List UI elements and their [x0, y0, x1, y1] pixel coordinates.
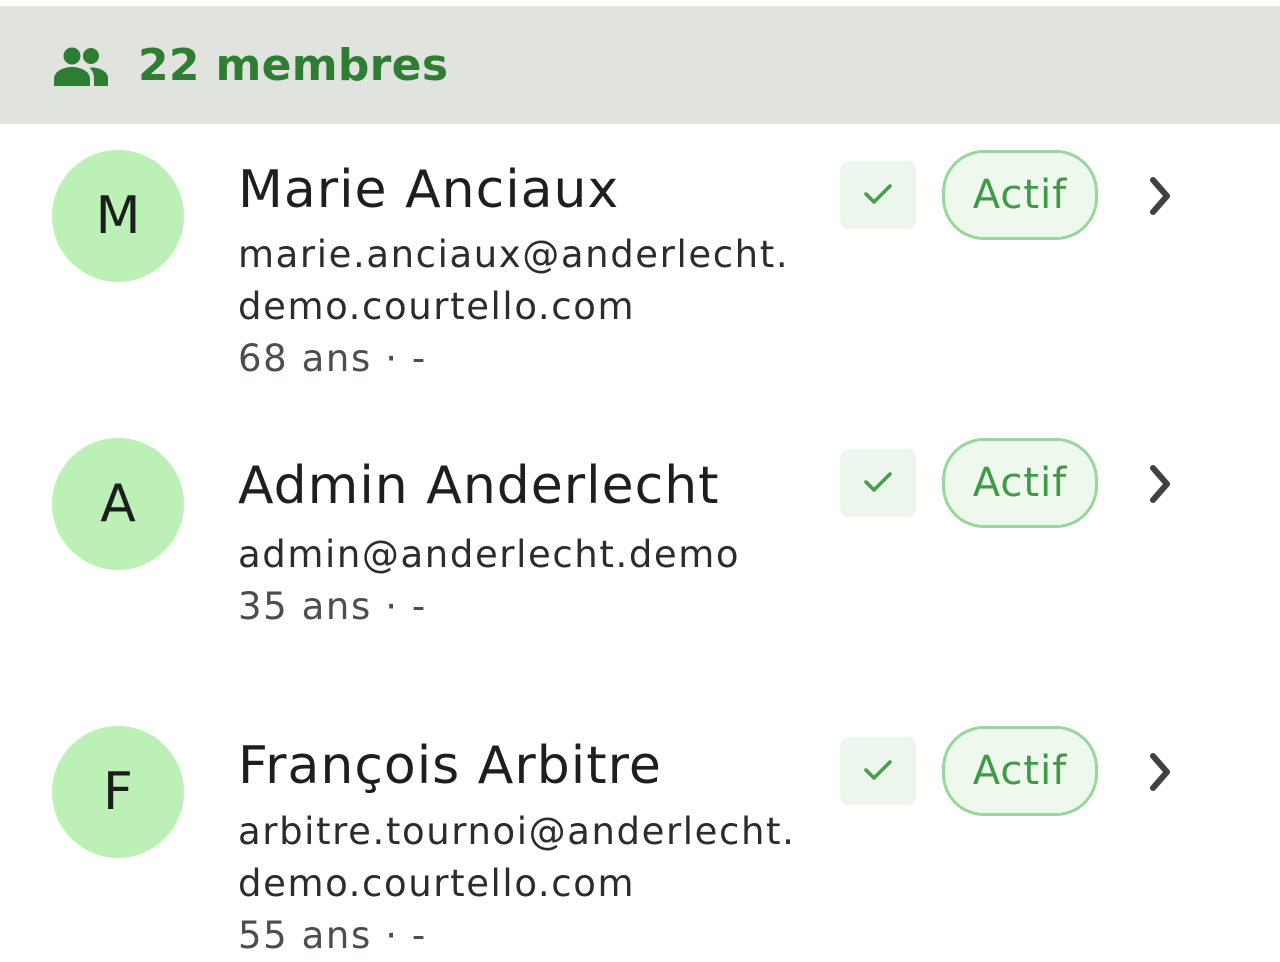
chevron-right-icon[interactable]	[1140, 462, 1184, 506]
status-badge[interactable]: Actif	[942, 438, 1098, 528]
member-email: admin@anderlecht.demo	[238, 533, 741, 576]
avatar: A	[52, 438, 184, 570]
checkbox-checked[interactable]	[840, 737, 916, 805]
member-count: 22 membres	[138, 40, 449, 91]
people-icon	[54, 47, 108, 86]
checkbox-checked[interactable]	[840, 449, 916, 517]
member-name: Admin Anderlecht	[238, 456, 720, 516]
chevron-right-icon[interactable]	[1140, 174, 1184, 218]
member-name: Marie Anciaux	[238, 160, 620, 220]
avatar: M	[52, 150, 184, 282]
member-name: François Arbitre	[238, 736, 662, 796]
check-icon	[864, 184, 892, 204]
list-item[interactable]: A Admin Anderlecht admin@anderlecht.demo…	[0, 438, 1280, 638]
list-item[interactable]: F François Arbitre arbitre.tournoi@ander…	[0, 726, 1280, 960]
status-badge[interactable]: Actif	[942, 726, 1098, 816]
check-icon	[864, 472, 892, 492]
chevron-right-icon[interactable]	[1140, 750, 1184, 794]
check-icon	[864, 760, 892, 780]
member-email: marie.anciaux@anderlecht.	[238, 233, 790, 276]
checkbox-checked[interactable]	[840, 161, 916, 229]
member-email-continued: demo.courtello.com	[238, 285, 636, 328]
members-header: 22 membres	[0, 6, 1280, 124]
status-badge[interactable]: Actif	[942, 150, 1098, 240]
member-meta: 55 ans · -	[238, 914, 427, 957]
member-meta: 68 ans · -	[238, 337, 427, 380]
member-meta: 35 ans · -	[238, 585, 427, 628]
list-item[interactable]: M Marie Anciaux marie.anciaux@anderlecht…	[0, 150, 1280, 400]
avatar: F	[52, 726, 184, 858]
member-email: arbitre.tournoi@anderlecht.	[238, 810, 796, 853]
member-email-continued: demo.courtello.com	[238, 862, 636, 905]
